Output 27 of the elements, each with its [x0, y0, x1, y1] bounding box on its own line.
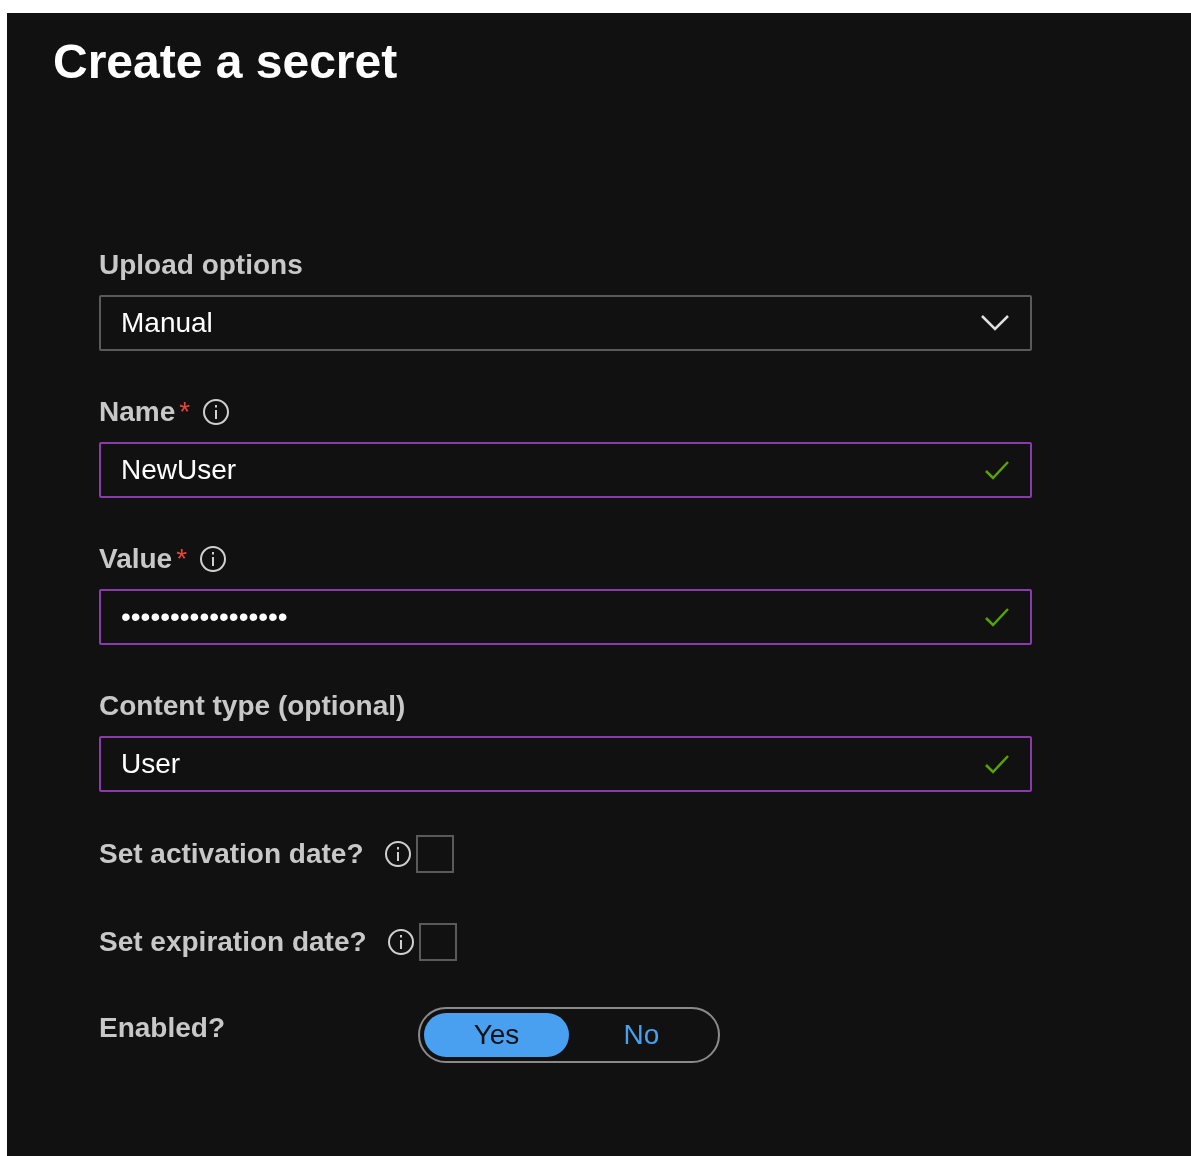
info-icon[interactable] — [386, 928, 415, 956]
toggle-option[interactable]: Yes — [424, 1013, 569, 1057]
required-mark: * — [179, 396, 191, 428]
chevron-down-icon — [980, 314, 1010, 332]
checkbox[interactable] — [415, 835, 454, 873]
enabled-label: Enabled? — [99, 1011, 226, 1045]
field-label: Content type (optional) — [99, 690, 406, 722]
text-field[interactable]: NewUser — [99, 442, 1032, 498]
checkbox-label: Set expiration date? — [99, 925, 367, 959]
info-icon[interactable] — [202, 398, 231, 426]
required-mark: * — [176, 543, 188, 575]
checkbox-label: Set activation date? — [99, 837, 364, 871]
dropdown-value: Manual — [121, 306, 214, 340]
checkbox[interactable] — [418, 923, 457, 961]
info-icon[interactable] — [383, 840, 412, 868]
field-value: ••••••••••••••••• — [121, 600, 289, 634]
info-icon[interactable] — [199, 545, 228, 573]
text-field[interactable]: User — [99, 736, 1032, 792]
upload-options-dropdown[interactable]: Manual — [99, 295, 1032, 351]
field-label: Value — [99, 543, 173, 575]
page-title: Create a secret — [53, 37, 399, 87]
field-value: NewUser — [121, 453, 238, 487]
toggle-option[interactable]: No — [569, 1013, 714, 1057]
field-label: Upload options — [99, 249, 303, 281]
text-field[interactable]: ••••••••••••••••• — [99, 589, 1032, 645]
field-value: User — [121, 747, 182, 781]
field-label: Name — [99, 396, 176, 428]
